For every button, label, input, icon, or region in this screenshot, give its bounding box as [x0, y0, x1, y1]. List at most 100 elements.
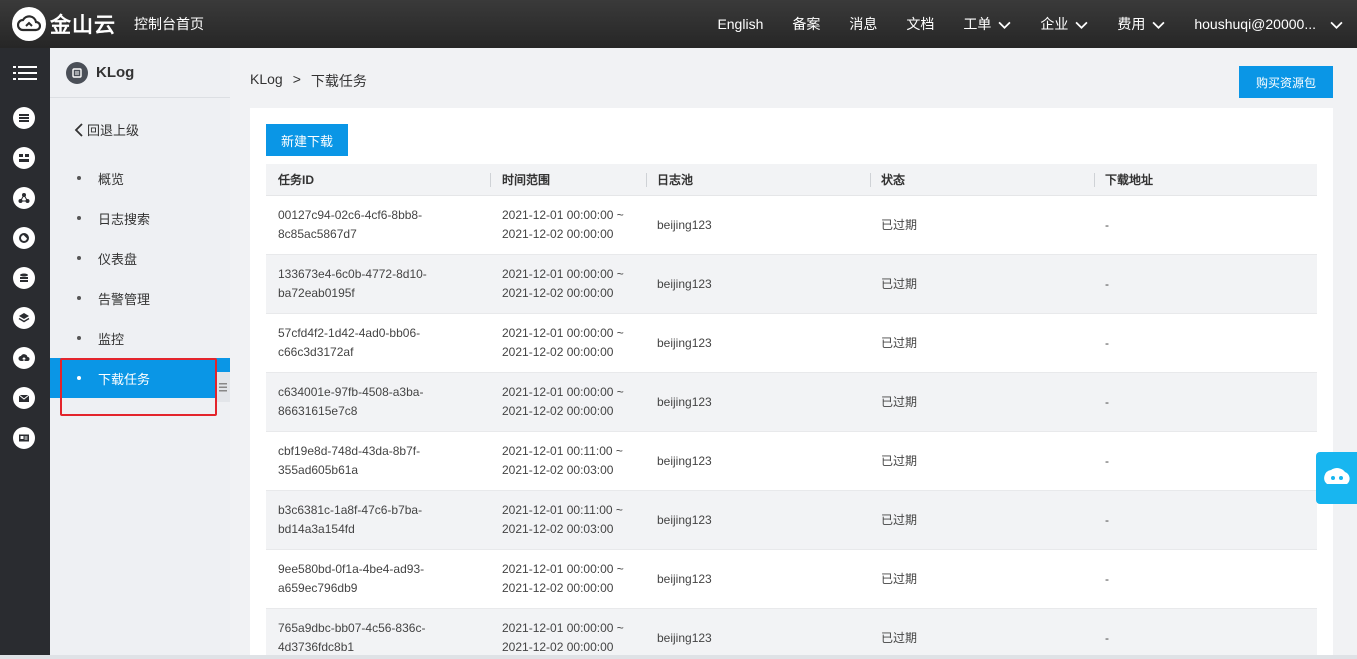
task-id-cell-text: bd14a3a154fd [278, 522, 355, 536]
online-help-button[interactable] [1316, 452, 1357, 504]
time-range-cell: 2021-12-01 00:00:00 ~ 2021-12-02 00:00:00 [502, 324, 652, 362]
task-id-cell-text: ba72eab0195f [278, 286, 355, 300]
log-pool-cell-text: beijing123 [657, 395, 712, 409]
sidebar-item-log-search[interactable]: 日志搜索 [50, 198, 230, 238]
time-range-cell-text: 2021-12-01 00:00:00 ~ [502, 326, 624, 340]
database-icon[interactable] [13, 107, 35, 129]
sidebar-item-overview[interactable]: 概览 [50, 158, 230, 198]
log-pool-cell: beijing123 [657, 393, 712, 412]
billing-menu[interactable]: 费用 [1117, 14, 1165, 34]
column-header-status: 状态 [881, 173, 906, 187]
network-icon[interactable] [13, 187, 35, 209]
log-pool-cell: beijing123 [657, 570, 712, 589]
download-url-cell: - [1105, 393, 1109, 412]
console-home-link[interactable]: 控制台首页 [134, 14, 204, 34]
chevron-down-icon [1152, 21, 1165, 29]
column-header-download-url: 下载地址 [1105, 173, 1154, 187]
task-id-cell-text: 355ad605b61a [278, 463, 359, 477]
enterprise-menu[interactable]: 企业 [1040, 14, 1088, 34]
table-row: 765a9dbc-bb07-4c56-836c- 4d3736fdc8b1 2021… [266, 609, 1317, 659]
download-url-cell-text: - [1105, 572, 1109, 586]
status-cell: 已过期 [881, 275, 917, 294]
user-menu[interactable]: houshuqi@20000... [1194, 16, 1343, 32]
task-id-cell-text: b3c6381c-1a8f-47c6-b7ba- [278, 503, 423, 517]
horizontal-scrollbar[interactable] [0, 655, 1357, 659]
column-divider [1094, 173, 1095, 187]
buy-resource-pack-button[interactable]: 购买资源包 [1239, 66, 1333, 98]
storage-icon[interactable] [13, 147, 35, 169]
breadcrumb-root[interactable]: KLog [250, 71, 283, 91]
time-range-cell: 2021-12-01 00:00:00 ~ 2021-12-02 00:00:00 [502, 383, 652, 421]
task-id-cell-text: c66c3d3172af [278, 345, 354, 359]
time-range-cell-text: 2021-12-01 00:00:00 ~ [502, 267, 624, 281]
bullet-icon [77, 216, 81, 220]
bullet-icon [77, 256, 81, 260]
task-id-cell-text: 57cfd4f2-1d42-4ad0-bb06- [278, 326, 421, 340]
task-id-cell-text: 8c85ac5867d7 [278, 227, 357, 241]
logo[interactable]: 金山云 [12, 7, 116, 41]
bullet-icon [77, 296, 81, 300]
status-cell: 已过期 [881, 570, 917, 589]
sidebar-item-monitor[interactable]: 监控 [50, 318, 230, 358]
task-id-cell-text: cbf19e8d-748d-43da-8b7f- [278, 444, 421, 458]
sidebar-item-dashboard[interactable]: 仪表盘 [50, 238, 230, 278]
mail-icon[interactable] [13, 387, 35, 409]
log-pool-cell-text: beijing123 [657, 454, 712, 468]
chevron-down-icon [998, 21, 1011, 29]
ticket-label: 工单 [963, 16, 992, 32]
sidebar-item-label: 日志搜索 [98, 211, 151, 227]
back-label: 回退上级 [87, 123, 140, 138]
chevron-down-icon [1330, 21, 1343, 29]
task-id-cell: 00127c94-02c6-4cf6-8bb8- 8c85ac5867d7 [278, 206, 478, 244]
column-divider [870, 173, 871, 187]
new-download-button[interactable]: 新建下载 [266, 124, 348, 156]
sidebar-item-alerts[interactable]: 告警管理 [50, 278, 230, 318]
layers-icon[interactable] [13, 307, 35, 329]
table-row: b3c6381c-1a8f-47c6-b7ba-bd14a3a154fd 2021… [266, 491, 1317, 550]
column-divider [646, 173, 647, 187]
download-url-cell-text: - [1105, 631, 1109, 645]
task-id-cell-text: 86631615e7c8 [278, 404, 358, 418]
messages-link[interactable]: 消息 [849, 14, 877, 34]
time-range-cell-text: 2021-12-01 00:00:00 ~ [502, 562, 624, 576]
status-cell-text: 已过期 [881, 395, 918, 409]
id-card-icon[interactable] [13, 427, 35, 449]
log-pool-cell: beijing123 [657, 511, 712, 530]
english-link[interactable]: English [717, 16, 763, 32]
table-row: cbf19e8d-748d-43da-8b7f- 355ad605b61a 2021… [266, 432, 1317, 491]
cloud-upload-icon[interactable] [13, 347, 35, 369]
ticket-menu[interactable]: 工单 [963, 14, 1011, 34]
beian-link[interactable]: 备案 [792, 14, 820, 34]
breadcrumb: KLog > 下载任务 [250, 71, 367, 91]
status-cell-text: 已过期 [881, 513, 918, 527]
column-header-task-id: 任务ID [278, 173, 315, 187]
breadcrumb-current: 下载任务 [310, 73, 367, 89]
log-pool-cell: beijing123 [657, 629, 712, 648]
task-id-cell-text: 9ee580bd-0f1a-4be4-ad93- [278, 562, 425, 576]
product-header: KLog [50, 48, 230, 98]
download-url-cell-text: - [1105, 513, 1109, 527]
docs-link[interactable]: 文档 [906, 14, 934, 34]
logo-text: 金山云 [50, 14, 116, 37]
task-id-cell-text: 133673e4-6c0b-4772-8d10- [278, 267, 427, 281]
table-row: 57cfd4f2-1d42-4ad0-bb06- c66c3d3172af 2021… [266, 314, 1317, 373]
time-range-cell-text: 2021-12-02 00:00:00 [502, 404, 614, 418]
status-cell: 已过期 [881, 511, 917, 530]
download-url-cell: - [1105, 570, 1109, 589]
time-range-cell-text: 2021-12-02 00:00:00 [502, 581, 614, 595]
menu-icon[interactable] [13, 63, 37, 83]
billing-label: 费用 [1117, 16, 1146, 32]
download-url-cell: - [1105, 452, 1109, 471]
download-url-cell-text: - [1105, 454, 1109, 468]
back-link[interactable]: 回退上级 [74, 120, 139, 139]
cdn-icon[interactable] [13, 227, 35, 249]
table-header: 任务ID 时间范围 日志池 状态 下载地址 [266, 164, 1317, 196]
download-task-table: 任务ID 时间范围 日志池 状态 下载地址 00127c94-02c6-4cf6… [266, 164, 1317, 659]
time-range-cell-text: 2021-12-02 00:03:00 [502, 522, 614, 536]
sidebar-collapse-handle[interactable] [216, 372, 230, 402]
task-id-cell-text: a659ec796db9 [278, 581, 358, 595]
log-pool-cell: beijing123 [657, 452, 712, 471]
status-cell-text: 已过期 [881, 454, 918, 468]
db-icon[interactable] [13, 267, 35, 289]
time-range-cell-text: 2021-12-02 00:00:00 [502, 286, 614, 300]
